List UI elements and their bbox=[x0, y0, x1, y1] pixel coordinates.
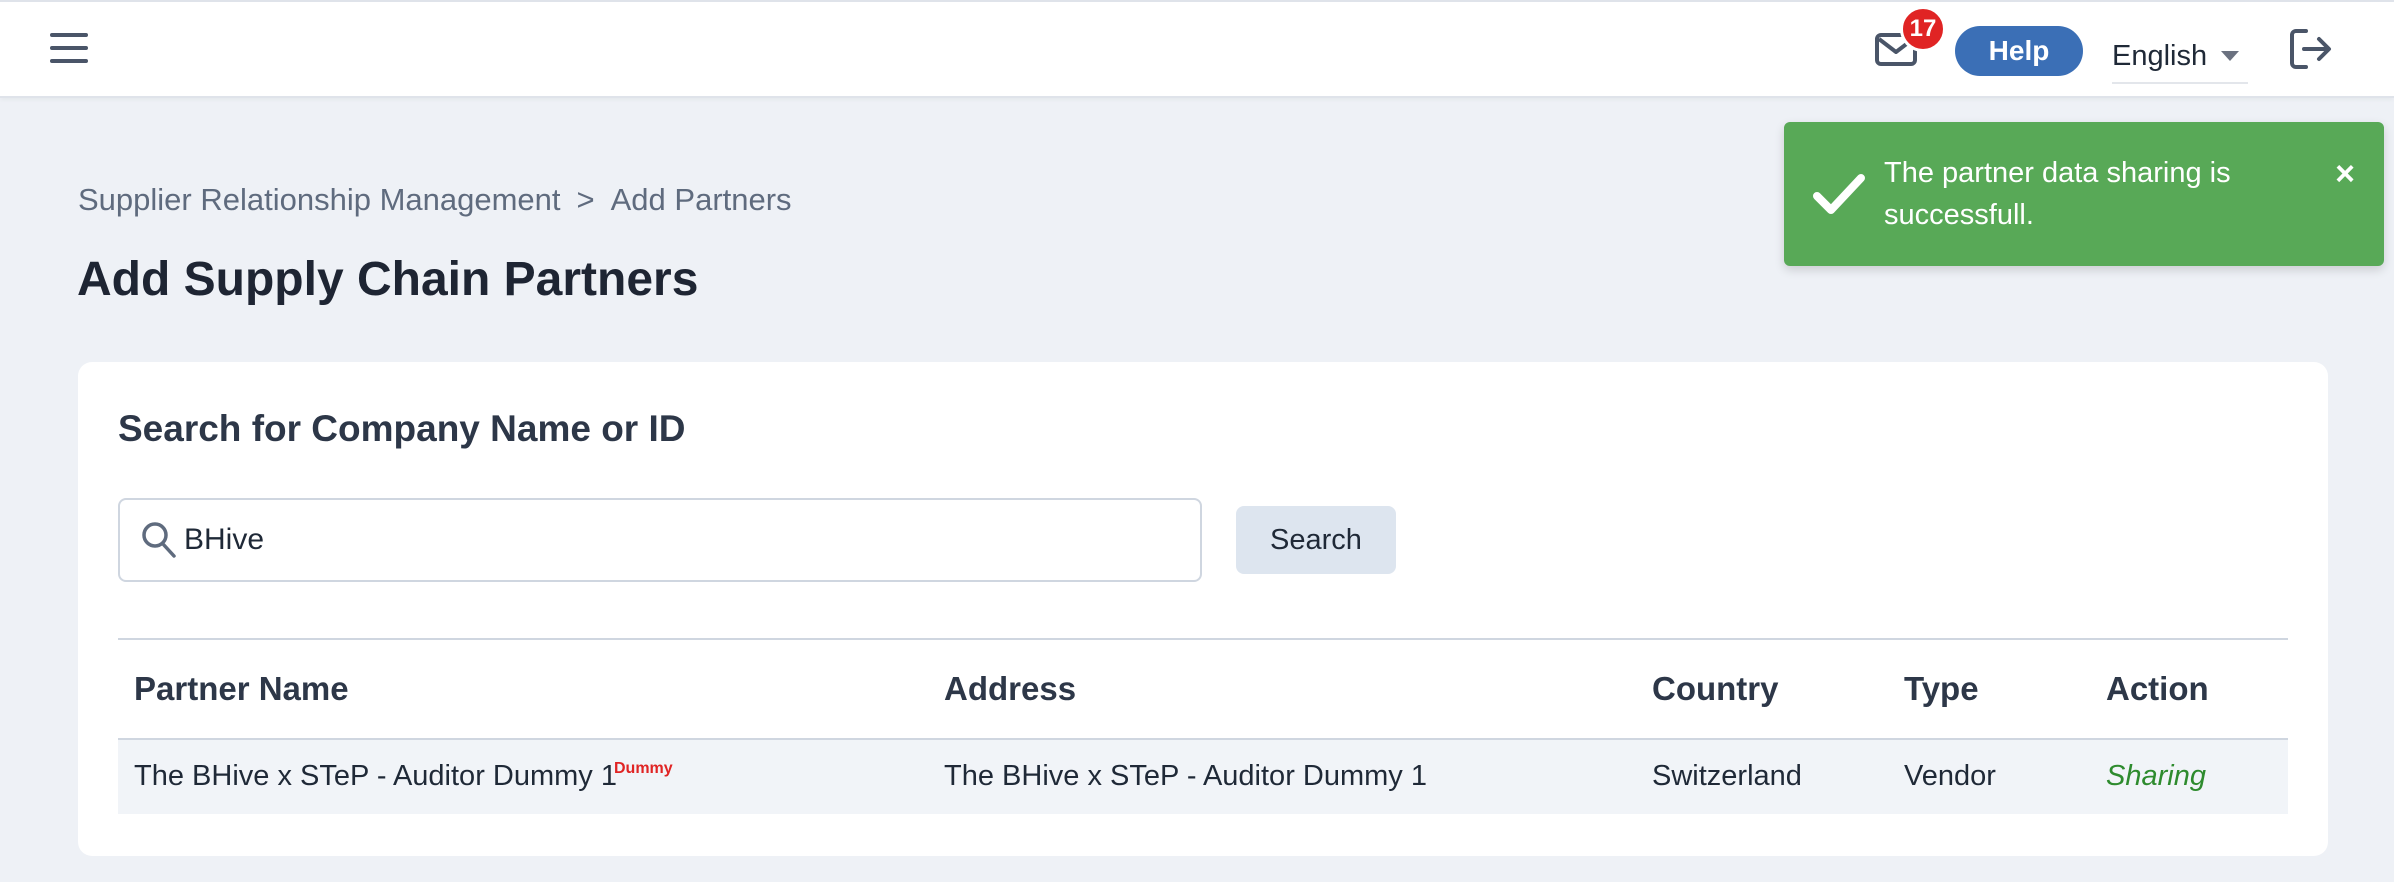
top-bar: 17 Help English bbox=[0, 0, 2394, 98]
chevron-down-icon bbox=[2221, 51, 2240, 61]
search-card-title: Search for Company Name or ID bbox=[118, 408, 686, 449]
column-header-address: Address bbox=[944, 670, 1077, 707]
partner-name-cell: The BHive x STeP - Auditor Dummy 1 bbox=[134, 760, 617, 792]
hamburger-menu-icon[interactable] bbox=[50, 33, 88, 67]
column-header-action: Action bbox=[2106, 670, 2209, 707]
search-icon bbox=[140, 520, 178, 560]
close-icon[interactable]: × bbox=[2330, 155, 2360, 193]
search-card: Search for Company Name or ID Search Par… bbox=[78, 362, 2328, 856]
breadcrumb-item-srm[interactable]: Supplier Relationship Management bbox=[78, 182, 561, 218]
type-cell: Vendor bbox=[1904, 760, 1996, 792]
table-header: Partner Name Address Country Type Action bbox=[118, 640, 2288, 740]
help-button[interactable]: Help bbox=[1955, 26, 2083, 76]
language-label: English bbox=[2112, 39, 2208, 72]
column-header-partner-name: Partner Name bbox=[134, 670, 349, 707]
breadcrumb: Supplier Relationship Management > Add P… bbox=[78, 182, 792, 218]
sharing-action-link[interactable]: Sharing bbox=[2106, 760, 2206, 793]
partners-table: Partner Name Address Country Type Action… bbox=[118, 638, 2288, 814]
search-field[interactable] bbox=[118, 498, 1202, 582]
column-header-type: Type bbox=[1904, 670, 1979, 707]
dummy-tag: Dummy bbox=[614, 760, 673, 777]
country-cell: Switzerland bbox=[1652, 760, 1802, 792]
page-title: Add Supply Chain Partners bbox=[77, 253, 699, 306]
notification-badge[interactable]: 17 bbox=[1900, 6, 1946, 52]
language-select[interactable]: English bbox=[2112, 30, 2248, 84]
search-input[interactable] bbox=[184, 500, 1184, 580]
check-icon bbox=[1812, 170, 1866, 218]
column-header-country: Country bbox=[1652, 670, 1779, 707]
address-cell: The BHive x STeP - Auditor Dummy 1 bbox=[944, 760, 1427, 792]
breadcrumb-item-current: Add Partners bbox=[610, 182, 792, 217]
success-toast: The partner data sharing is successfull.… bbox=[1784, 122, 2384, 266]
logout-icon[interactable] bbox=[2288, 26, 2334, 72]
search-button[interactable]: Search bbox=[1236, 506, 1396, 574]
breadcrumb-separator: > bbox=[576, 182, 595, 217]
table-row: The BHive x STeP - Auditor Dummy 1 Dummy… bbox=[118, 740, 2288, 814]
toast-message: The partner data sharing is successfull. bbox=[1884, 157, 2231, 231]
